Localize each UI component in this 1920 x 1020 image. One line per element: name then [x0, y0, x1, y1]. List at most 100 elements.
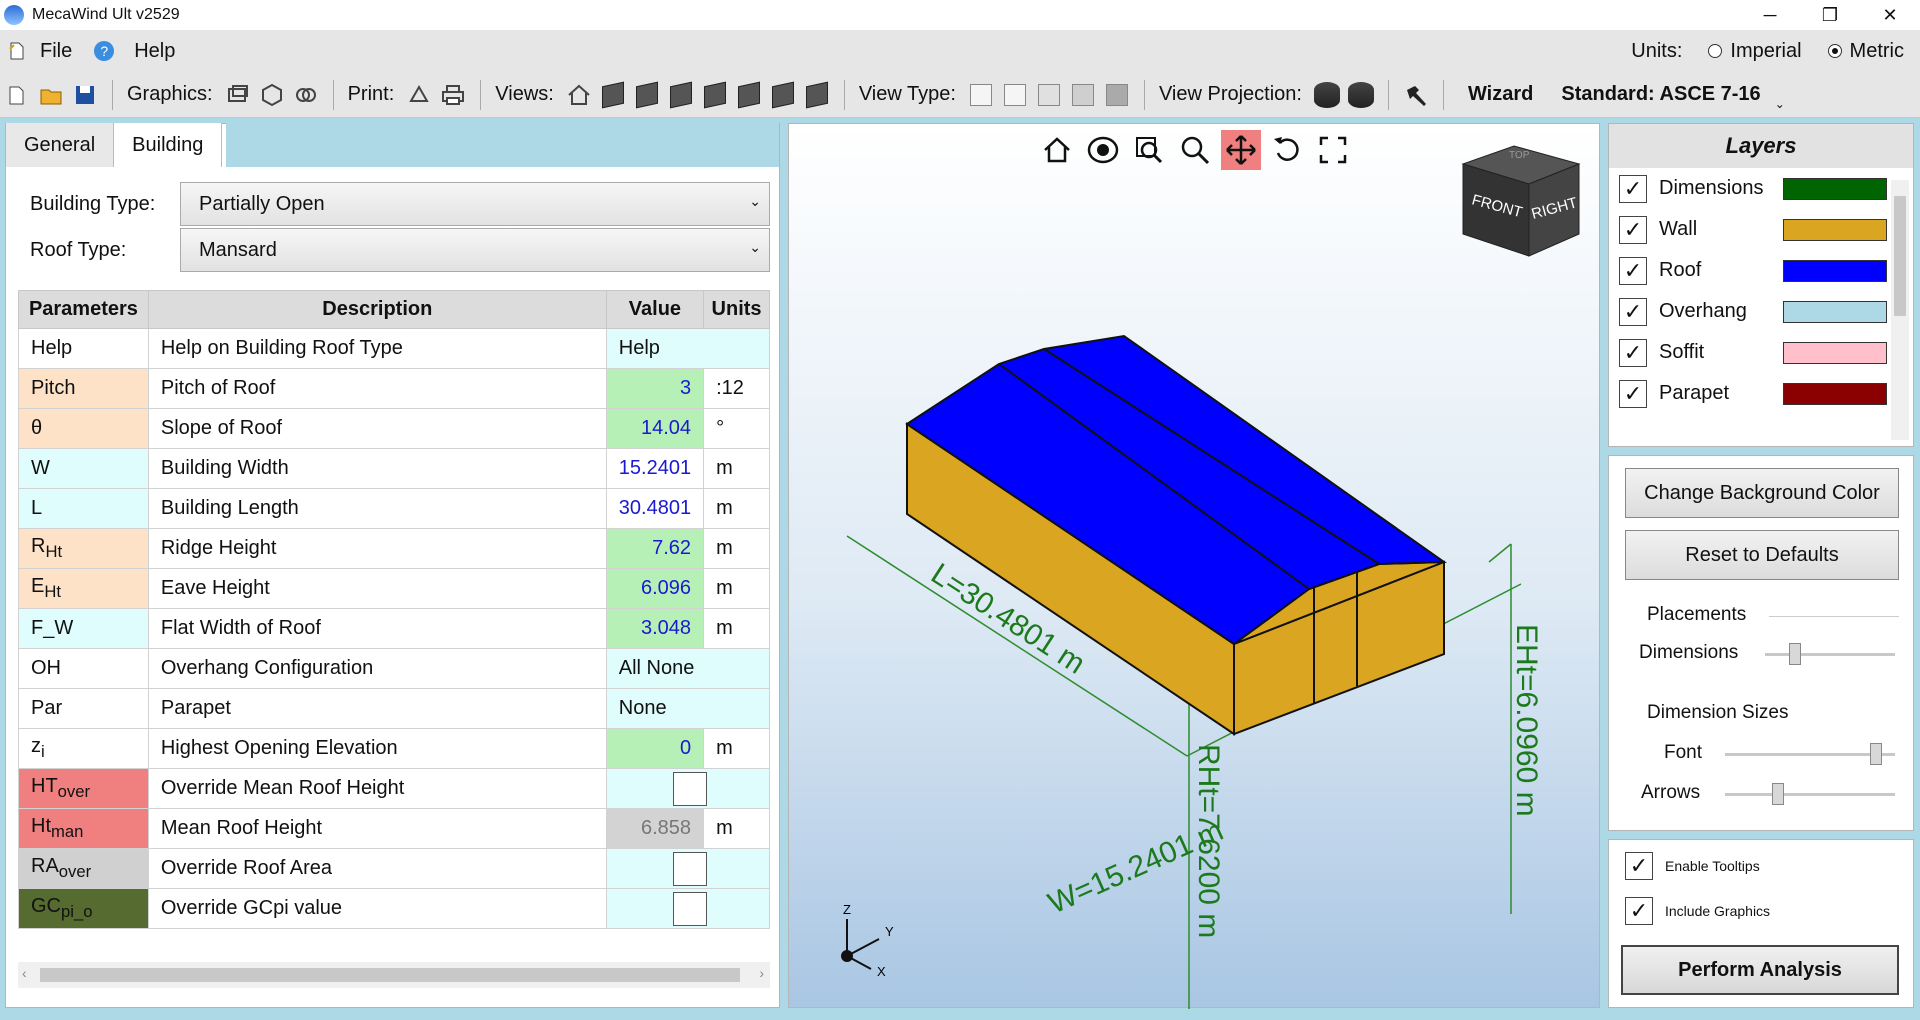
layer-color-swatch[interactable]	[1783, 382, 1887, 405]
new-icon[interactable]	[4, 82, 30, 108]
axis-z-label: Z	[843, 902, 851, 917]
placement-dimensions-knob[interactable]	[1788, 643, 1801, 665]
overhang-select[interactable]: All None	[605, 648, 771, 689]
rotate-icon[interactable]	[1267, 130, 1307, 170]
view-cube[interactable]: TOP FRONT RIGHT	[1461, 145, 1581, 257]
include-graphics-label[interactable]: Include Graphics	[1665, 903, 1770, 919]
tab-general[interactable]: General	[6, 123, 115, 167]
menu-help[interactable]: Help	[128, 40, 189, 63]
parapet-select[interactable]: None	[605, 688, 771, 729]
open-folder-icon[interactable]	[38, 82, 64, 108]
scroll-thumb[interactable]	[1894, 196, 1906, 316]
layer-item: ✓ Roof	[1609, 250, 1913, 291]
reset-defaults-button[interactable]: Reset to Defaults	[1625, 530, 1899, 580]
3d-viewport[interactable]: L=30.4801 m W=15.2401 m RHt=7.6200 m EHt…	[788, 123, 1600, 1009]
horizontal-scrollbar[interactable]: ‹ ›	[18, 962, 770, 988]
pan-icon[interactable]	[1221, 130, 1261, 170]
pitch-input[interactable]: 3	[605, 368, 705, 409]
wizard-button[interactable]: Wizard	[1468, 83, 1533, 106]
building-type-select[interactable]: Partially Open ⌄	[180, 182, 770, 226]
scroll-thumb[interactable]	[40, 968, 740, 982]
view-iso-7-icon[interactable]	[804, 81, 830, 108]
view-iso-3-icon[interactable]	[668, 81, 694, 108]
roof-type-select[interactable]: Mansard ⌄	[180, 228, 770, 272]
scroll-right-icon[interactable]: ›	[759, 965, 764, 981]
print-3d-icon[interactable]	[406, 82, 432, 108]
flat-width-input[interactable]: 3.048	[605, 608, 705, 649]
zoom-icon[interactable]	[1175, 130, 1215, 170]
override-gcpi-checkbox[interactable]	[672, 891, 707, 926]
toolbar-separator	[332, 79, 334, 110]
scroll-left-icon[interactable]: ‹	[22, 965, 27, 981]
header-value: Value	[605, 290, 705, 329]
eave-height-input[interactable]: 6.096	[605, 568, 705, 609]
layer-color-swatch[interactable]	[1783, 177, 1887, 200]
view-iso-4-icon[interactable]	[702, 81, 728, 108]
projection-perspective-icon[interactable]	[1313, 81, 1340, 108]
close-button[interactable]: ✕	[1860, 0, 1920, 30]
home-view-icon[interactable]	[566, 82, 592, 108]
orbit-eye-icon[interactable]	[1083, 130, 1123, 170]
slope-input[interactable]: 14.04	[605, 408, 705, 449]
layers-scrollbar[interactable]	[1891, 180, 1909, 440]
perform-analysis-button[interactable]: Perform Analysis	[1621, 945, 1899, 995]
graphics-3d-icon[interactable]	[259, 82, 285, 108]
zoom-window-icon[interactable]	[1129, 130, 1169, 170]
layer-name: Parapet	[1659, 382, 1730, 404]
metric-label[interactable]: Metric	[1850, 40, 1904, 63]
view-iso-6-icon[interactable]	[770, 81, 796, 108]
include-graphics-checkbox[interactable]: ✓	[1625, 897, 1653, 925]
layer-checkbox[interactable]: ✓	[1619, 379, 1647, 408]
help-circle-icon[interactable]: ?	[94, 41, 115, 61]
graphics-render-icon[interactable]	[293, 82, 319, 108]
tab-building[interactable]: Building	[114, 123, 223, 167]
length-input[interactable]: 30.4801	[605, 488, 705, 529]
layer-checkbox[interactable]: ✓	[1619, 174, 1647, 203]
ridge-height-input[interactable]: 7.62	[605, 528, 705, 569]
layer-color-swatch[interactable]	[1783, 218, 1887, 241]
width-input[interactable]: 15.2401	[605, 448, 705, 489]
menu-file[interactable]: File	[34, 40, 86, 63]
opening-elevation-input[interactable]: 0	[605, 728, 705, 769]
arrows-size-knob[interactable]	[1772, 783, 1785, 805]
layer-color-swatch[interactable]	[1783, 259, 1887, 282]
projection-orthographic-icon[interactable]	[1347, 81, 1374, 108]
override-height-checkbox[interactable]	[672, 771, 707, 806]
standard-label[interactable]: Standard: ASCE 7-16	[1561, 83, 1760, 106]
fullscreen-icon[interactable]	[1313, 130, 1353, 170]
enable-tooltips-checkbox[interactable]: ✓	[1625, 852, 1653, 880]
view-type-wireframe-icon[interactable]	[968, 82, 994, 108]
restore-button[interactable]: ❐	[1800, 0, 1860, 30]
hammer-icon[interactable]	[1403, 82, 1429, 108]
placement-dimensions-slider[interactable]	[1765, 653, 1895, 656]
view-type-flat-icon[interactable]	[1036, 82, 1062, 108]
view-iso-5-icon[interactable]	[736, 81, 762, 108]
font-size-knob[interactable]	[1870, 743, 1883, 765]
printer-icon[interactable]	[440, 82, 466, 108]
layer-color-swatch[interactable]	[1783, 300, 1887, 323]
layer-checkbox[interactable]: ✓	[1619, 215, 1647, 244]
save-icon[interactable]	[72, 82, 98, 108]
imperial-radio[interactable]	[1708, 44, 1723, 58]
chevron-down-icon[interactable]: ⌄	[1775, 97, 1785, 111]
help-link[interactable]: Help	[605, 328, 771, 369]
view-iso-2-icon[interactable]	[634, 81, 660, 108]
new-file-icon[interactable]	[4, 38, 30, 64]
view-type-solid-icon[interactable]	[1104, 82, 1130, 108]
enable-tooltips-label[interactable]: Enable Tooltips	[1665, 858, 1760, 874]
override-area-checkbox[interactable]	[672, 851, 707, 886]
change-background-button[interactable]: Change Background Color	[1625, 468, 1899, 518]
metric-radio[interactable]	[1827, 44, 1842, 58]
layer-color-swatch[interactable]	[1783, 341, 1887, 364]
minimize-button[interactable]: ─	[1740, 0, 1800, 30]
imperial-label[interactable]: Imperial	[1730, 40, 1801, 63]
arrows-size-slider[interactable]	[1725, 793, 1895, 796]
view-iso-1-icon[interactable]	[600, 81, 626, 108]
layer-checkbox[interactable]: ✓	[1619, 338, 1647, 367]
view-type-hidden-icon[interactable]	[1002, 82, 1028, 108]
graphics-2d-icon[interactable]	[225, 82, 251, 108]
home-icon[interactable]	[1037, 130, 1077, 170]
layer-checkbox[interactable]: ✓	[1619, 297, 1647, 326]
view-type-shaded-icon[interactable]	[1070, 82, 1096, 108]
layer-checkbox[interactable]: ✓	[1619, 256, 1647, 285]
